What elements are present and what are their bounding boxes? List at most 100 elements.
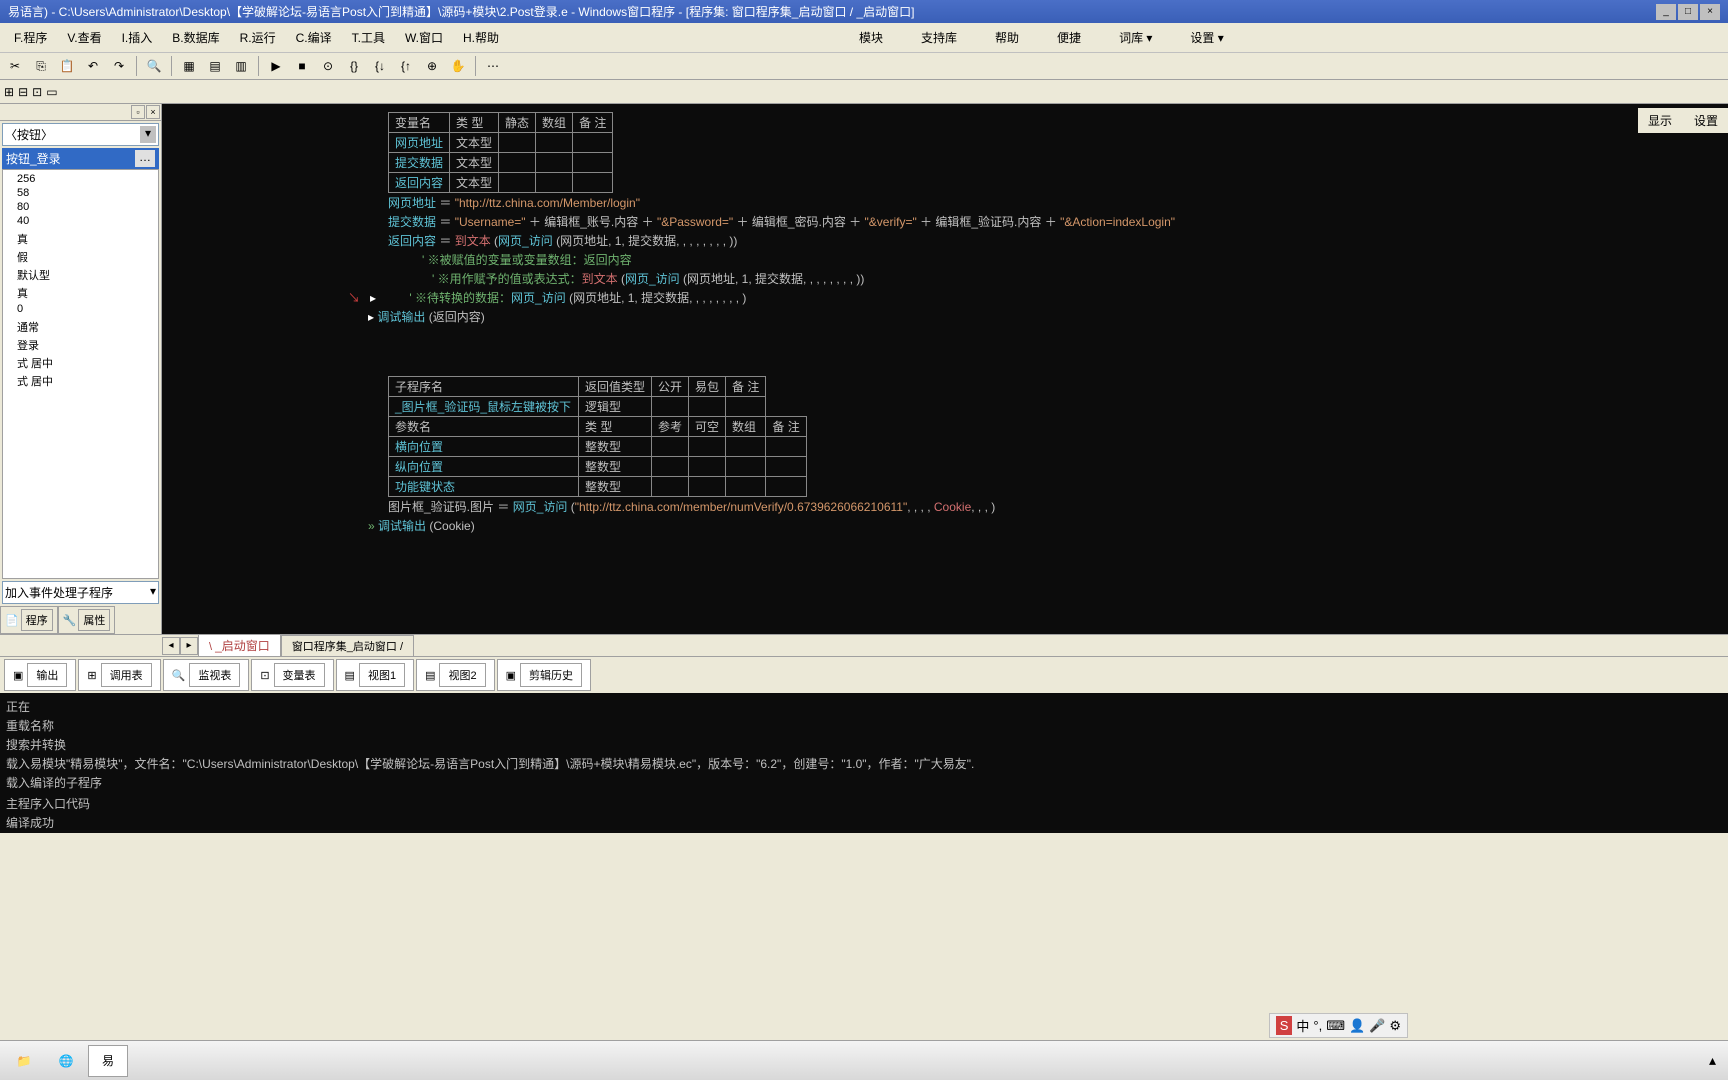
layout1-icon[interactable]: ▦ — [178, 55, 200, 77]
prop-row[interactable]: 真 — [3, 284, 158, 302]
tb2-1[interactable]: ⊞ — [4, 85, 14, 99]
undo-icon[interactable]: ↶ — [82, 55, 104, 77]
close-button[interactable]: × — [1700, 4, 1720, 20]
layout3-icon[interactable]: ▥ — [230, 55, 252, 77]
redo-icon[interactable]: ↷ — [108, 55, 130, 77]
panel-settings[interactable]: 设置 — [1694, 112, 1718, 129]
browser-icon[interactable]: 🌐 — [46, 1045, 86, 1077]
code-line[interactable]: 图片框_验证码.图片 ＝ 网页_访问 ("http://ttz.china.co… — [388, 497, 1728, 516]
tab-calltable[interactable]: ⊞ 调用表 — [78, 659, 160, 691]
menu-window[interactable]: W.窗口 — [395, 25, 453, 50]
code-line[interactable]: 提交数据 ＝ "Username=" ＋ 编辑框_账号.内容 ＋ "&Passw… — [388, 212, 1728, 231]
menu-run[interactable]: R.运行 — [230, 25, 286, 50]
prop-row[interactable]: 式 居中 — [3, 372, 158, 390]
pane-dock-icon[interactable]: ▫ — [131, 105, 145, 119]
menu-help2[interactable]: 帮助 — [985, 25, 1029, 50]
type-combo[interactable]: 〈按钮〉▾ — [2, 123, 159, 146]
toolbar-main: ✂ ⎘ 📋 ↶ ↷ 🔍 ▦ ▤ ▥ ▶ ■ ⊙ {} {↓ {↑ ⊕ ✋ ⋯ — [0, 53, 1728, 80]
tab-cliphistory[interactable]: ▣ 剪辑历史 — [497, 659, 591, 691]
ime-lang[interactable]: 中 — [1296, 1016, 1309, 1035]
tab-vars[interactable]: ⊡ 变量表 — [251, 659, 333, 691]
menu-view[interactable]: V.查看 — [57, 25, 111, 50]
tab-view2[interactable]: ▤ 视图2 — [416, 659, 495, 691]
prop-row[interactable]: 0 — [3, 302, 158, 316]
stepover-icon[interactable]: {} — [343, 55, 365, 77]
tb2-2[interactable]: ⊟ — [18, 85, 28, 99]
code-line[interactable]: ▸ 调试输出 (返回内容) — [368, 307, 1728, 326]
more-icon[interactable]: ⋯ — [482, 55, 504, 77]
ime-person-icon[interactable]: 👤 — [1349, 1018, 1365, 1034]
output-panel[interactable]: 正在 重载名称 搜索并转换 载入易模块"精易模块"，文件名："C:\Users\… — [0, 693, 1728, 833]
prop-row[interactable]: 假 — [3, 248, 158, 266]
tb2-4[interactable]: ▭ — [46, 85, 57, 99]
code-comment: ' ※被赋值的变量或变量数组：返回内容 — [422, 250, 1728, 269]
tab-view1[interactable]: ▤ 视图1 — [336, 659, 415, 691]
menu-help[interactable]: H.帮助 — [453, 25, 509, 50]
chevron-down-icon: ▾ — [140, 126, 156, 143]
prop-row[interactable]: 58 — [3, 186, 158, 200]
paste-icon[interactable]: 📋 — [56, 55, 78, 77]
explorer-icon[interactable]: 📁 — [4, 1045, 44, 1077]
event-combo[interactable]: 加入事件处理子程序▾ — [2, 581, 159, 604]
menu-support[interactable]: 支持库 — [911, 25, 967, 50]
prop-row[interactable]: 80 — [3, 200, 158, 214]
ime-gear-icon[interactable]: ⚙ — [1389, 1018, 1401, 1034]
ime-mic-icon[interactable]: 🎤 — [1369, 1018, 1385, 1034]
cut-icon[interactable]: ✂ — [4, 55, 26, 77]
code-editor[interactable]: 显示 设置 变量名类 型静态数组备 注 网页地址文本型 提交数据文本型 返回内容… — [162, 104, 1728, 634]
code-line[interactable]: » 调试输出 (Cookie) — [368, 516, 1728, 535]
layout2-icon[interactable]: ▤ — [204, 55, 226, 77]
ellipsis-button[interactable]: … — [135, 150, 155, 167]
editor-tab[interactable]: 窗口程序集_启动窗口 / — [281, 635, 414, 657]
tab-next-icon[interactable]: ▸ — [180, 637, 198, 655]
breakpoint-icon[interactable]: ⊕ — [421, 55, 443, 77]
panel-show[interactable]: 显示 — [1648, 112, 1672, 129]
menu-tools[interactable]: T.工具 — [342, 25, 395, 50]
menu-module[interactable]: 模块 — [849, 25, 893, 50]
copy-icon[interactable]: ⎘ — [30, 55, 52, 77]
menu-quick[interactable]: 便捷 — [1047, 25, 1091, 50]
find-icon[interactable]: 🔍 — [143, 55, 165, 77]
ime-keyboard-icon[interactable]: ⌨ — [1326, 1018, 1345, 1034]
selected-item[interactable]: 按钮_登录… — [2, 148, 159, 169]
prop-row[interactable]: 登录 — [3, 336, 158, 354]
prop-row[interactable]: 通常 — [3, 318, 158, 336]
properties-list[interactable]: 256 58 80 40 真 假 默认型 真 0 通常 登录 式 居中 式 居中 — [2, 169, 159, 579]
tb2-3[interactable]: ⊡ — [32, 85, 42, 99]
menu-database[interactable]: B.数据库 — [162, 25, 229, 50]
tab-output[interactable]: ▣ 输出 — [4, 659, 76, 691]
app-icon[interactable]: 易 — [88, 1045, 128, 1077]
prop-row[interactable]: 256 — [3, 172, 158, 186]
code-line[interactable]: 网页地址 ＝ "http://ttz.china.com/Member/logi… — [388, 193, 1728, 212]
hand-icon[interactable]: ✋ — [447, 55, 469, 77]
menu-program[interactable]: F.程序 — [4, 25, 57, 50]
tab-watch[interactable]: 🔍 监视表 — [163, 659, 250, 691]
ime-icon[interactable]: S — [1276, 1016, 1293, 1035]
step-icon[interactable]: ⊙ — [317, 55, 339, 77]
prop-row[interactable]: 40 — [3, 214, 158, 228]
tab-prev-icon[interactable]: ◂ — [162, 637, 180, 655]
code-comment: ' ※用作赋予的值或表达式：到文本 (网页_访问 (网页地址, 1, 提交数据,… — [432, 269, 1728, 288]
stepout-icon[interactable]: {↑ — [395, 55, 417, 77]
sidebar-tab-program[interactable]: 📄程序 — [0, 606, 58, 634]
prop-row[interactable]: 式 居中 — [3, 354, 158, 372]
pane-close-icon[interactable]: × — [146, 105, 160, 119]
menu-compile[interactable]: C.编译 — [286, 25, 342, 50]
maximize-button[interactable]: □ — [1678, 4, 1698, 20]
tray-expand-icon[interactable]: ▴ — [1709, 1052, 1716, 1069]
menu-dict[interactable]: 词库 ▾ — [1109, 25, 1162, 50]
editor-tab-active[interactable]: \ _启动窗口 — [198, 634, 281, 657]
run-icon[interactable]: ▶ — [265, 55, 287, 77]
menu-settings[interactable]: 设置 ▾ — [1180, 25, 1233, 50]
sidebar-tab-props[interactable]: 🔧属性 — [58, 606, 116, 634]
stepinto-icon[interactable]: {↓ — [369, 55, 391, 77]
code-line[interactable]: 返回内容 ＝ 到文本 (网页_访问 (网页地址, 1, 提交数据, , , , … — [388, 231, 1728, 250]
ime-punct-icon[interactable]: °, — [1313, 1018, 1322, 1033]
menu-insert[interactable]: I.插入 — [112, 25, 163, 50]
output-line: 关联项目的代码 — [6, 832, 1722, 833]
output-line: 主程序入口代码 — [6, 794, 1722, 813]
stop-icon[interactable]: ■ — [291, 55, 313, 77]
minimize-button[interactable]: _ — [1656, 4, 1676, 20]
prop-row[interactable]: 默认型 — [3, 266, 158, 284]
prop-row[interactable]: 真 — [3, 230, 158, 248]
